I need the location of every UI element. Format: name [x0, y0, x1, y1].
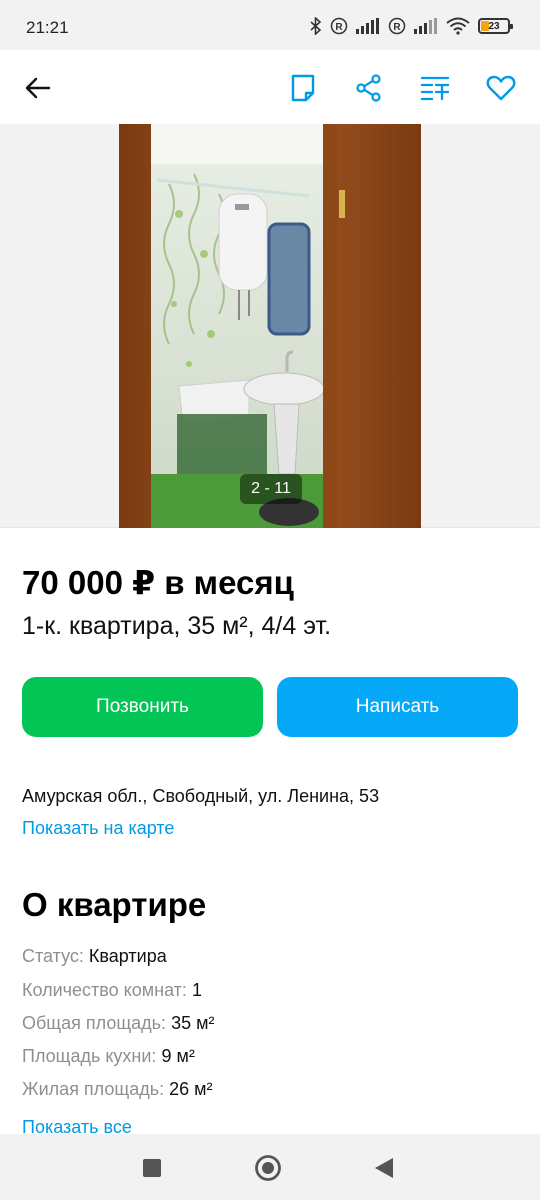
status-icons: R R 23 — [310, 17, 513, 35]
recents-button[interactable] — [136, 1152, 168, 1184]
listing-photo[interactable] — [119, 124, 421, 528]
param-key: Площадь кухни: — [22, 1046, 157, 1066]
param-key: Количество комнат: — [22, 980, 187, 1000]
home-circle-icon — [255, 1155, 281, 1181]
share-icon — [356, 74, 381, 102]
signal-icon — [414, 18, 438, 34]
back-arrow-icon — [25, 77, 51, 99]
heart-icon — [486, 75, 516, 101]
param-row: Статус: Квартира — [22, 946, 167, 967]
note-icon — [291, 74, 315, 102]
svg-text:R: R — [393, 22, 401, 33]
param-row: Количество комнат: 1 — [22, 980, 202, 1001]
battery-icon: 23 — [478, 18, 513, 34]
about-section-title: О квартире — [22, 886, 207, 923]
recents-square-icon — [143, 1159, 161, 1177]
back-nav-button[interactable] — [368, 1152, 400, 1184]
address-text: Амурская обл., Свободный, ул. Ленина, 53 — [22, 786, 380, 806]
app-bar — [0, 50, 540, 124]
call-button[interactable]: Позвонить — [22, 677, 263, 737]
roaming-icon: R — [388, 17, 406, 35]
photo-counter: 2 - 11 — [240, 474, 302, 504]
write-button[interactable]: Написать — [277, 677, 518, 737]
listing-price: 70 000 ₽ в месяц — [22, 564, 294, 601]
compare-icon — [420, 76, 450, 101]
param-value: 35 м² — [171, 1013, 215, 1033]
battery-level: 23 — [488, 20, 500, 32]
listing-subtitle: 1-к. квартира, 35 м², 4/4 эт. — [22, 612, 332, 640]
param-value: Квартира — [88, 946, 167, 966]
status-time: 21:21 — [26, 18, 69, 37]
compare-button[interactable] — [415, 68, 455, 108]
param-value: 9 м² — [161, 1046, 195, 1066]
param-key: Жилая площадь: — [22, 1079, 165, 1099]
wifi-icon — [446, 17, 470, 35]
note-button[interactable] — [283, 68, 323, 108]
home-button[interactable] — [252, 1152, 284, 1184]
roaming-icon: R — [330, 17, 348, 35]
param-value: 1 — [191, 980, 202, 1000]
signal-icon — [356, 18, 380, 34]
show-on-map-link[interactable]: Показать на карте — [22, 818, 174, 839]
param-key: Статус: — [22, 946, 84, 966]
share-button[interactable] — [349, 68, 389, 108]
param-value: 26 м² — [169, 1079, 213, 1099]
svg-text:R: R — [335, 22, 343, 33]
favorite-button[interactable] — [481, 68, 521, 108]
back-triangle-icon — [375, 1158, 393, 1178]
system-nav-bar — [0, 1134, 540, 1200]
param-row: Площадь кухни: 9 м² — [22, 1046, 195, 1067]
back-button[interactable] — [18, 68, 58, 108]
photo-gallery[interactable]: 2 - 11 — [0, 124, 540, 528]
param-key: Общая площадь: — [22, 1013, 167, 1033]
param-row: Общая площадь: 35 м² — [22, 1013, 214, 1034]
bathroom-photo — [119, 124, 421, 528]
bluetooth-icon — [310, 17, 322, 35]
param-row: Жилая площадь: 26 м² — [22, 1079, 213, 1100]
status-bar: 21:21 R R 23 — [0, 0, 540, 50]
